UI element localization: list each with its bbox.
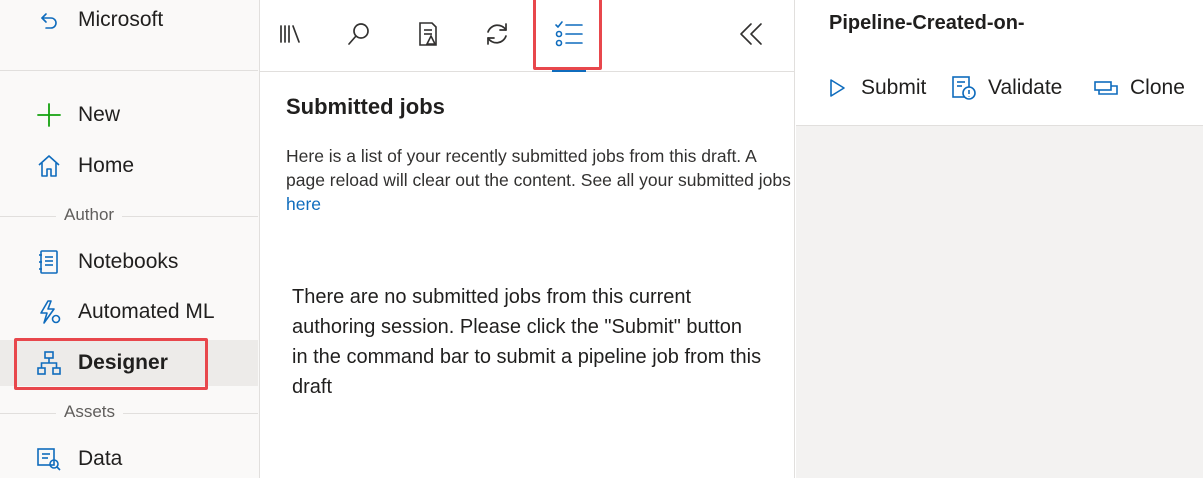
validate-button[interactable]: Validate: [950, 70, 1062, 106]
tab-library[interactable]: [260, 0, 320, 72]
designer-canvas-area: Pipeline-Created-on- Submit Validate Clo…: [796, 0, 1203, 478]
nav-item-label: Home: [78, 154, 135, 177]
collapse-panel-button[interactable]: [733, 18, 769, 54]
clone-button[interactable]: Clone: [1092, 70, 1185, 106]
pipeline-header: Pipeline-Created-on- Submit Validate Clo…: [796, 0, 1203, 126]
data-icon: [36, 446, 62, 472]
nav-item-designer[interactable]: Designer: [0, 340, 258, 386]
tab-refresh[interactable]: [467, 0, 527, 72]
submitted-jobs-link[interactable]: here: [286, 194, 321, 214]
panel-title: Submitted jobs: [286, 94, 445, 119]
description-text: Here is a list of your recently submitte…: [286, 146, 791, 190]
nav-item-label: Data: [78, 447, 123, 470]
tab-report[interactable]: [398, 0, 458, 72]
validate-label: Validate: [988, 76, 1063, 99]
nav-item-label: New: [78, 103, 121, 126]
section-label: Author: [56, 205, 123, 225]
nav-item-notebooks[interactable]: Notebooks: [0, 239, 258, 285]
nav-item-label: Notebooks: [78, 250, 179, 273]
workspace-back-link[interactable]: Microsoft: [0, 0, 258, 46]
nav-item-label: Designer: [78, 351, 168, 374]
library-icon: [276, 20, 304, 53]
nav-item-home[interactable]: Home: [0, 143, 258, 189]
tab-submitted-jobs[interactable]: [539, 0, 599, 72]
nav-item-automated-ml[interactable]: Automated ML: [0, 289, 258, 335]
nav-item-new[interactable]: New: [0, 92, 258, 138]
clone-label: Clone: [1130, 76, 1185, 99]
home-icon: [36, 153, 62, 179]
panel-description: Here is a list of your recently submitte…: [286, 144, 791, 216]
clone-icon: [1092, 74, 1120, 102]
pipeline-title: Pipeline-Created-on-: [829, 12, 1025, 34]
workspace-label: Microsoft: [78, 8, 164, 31]
validate-icon: [950, 74, 978, 102]
lightning-icon: [36, 299, 62, 325]
back-arrow-icon: [36, 8, 62, 34]
double-chevron-left-icon: [737, 20, 765, 53]
submitted-jobs-panel: Submitted jobs Here is a list of your re…: [260, 0, 795, 478]
nav-divider: [0, 70, 258, 71]
left-navigation: Microsoft New Home Author Notebooks Auto…: [0, 0, 260, 478]
empty-state-message: There are no submitted jobs from this cu…: [292, 286, 762, 398]
notebook-icon: [36, 249, 62, 275]
submit-label: Submit: [861, 76, 927, 99]
search-icon: [345, 20, 373, 53]
hierarchy-icon: [36, 350, 62, 376]
play-icon: [823, 74, 851, 102]
submit-button[interactable]: Submit: [823, 70, 926, 106]
nav-item-label: Automated ML: [78, 300, 215, 323]
report-icon: [414, 20, 442, 53]
task-list-icon: [553, 19, 585, 54]
panel-tab-bar: [260, 0, 795, 72]
tab-search[interactable]: [329, 0, 389, 72]
refresh-icon: [483, 20, 511, 53]
plus-icon: [36, 102, 62, 128]
section-label: Assets: [56, 402, 124, 422]
nav-item-data[interactable]: Data: [0, 436, 258, 478]
